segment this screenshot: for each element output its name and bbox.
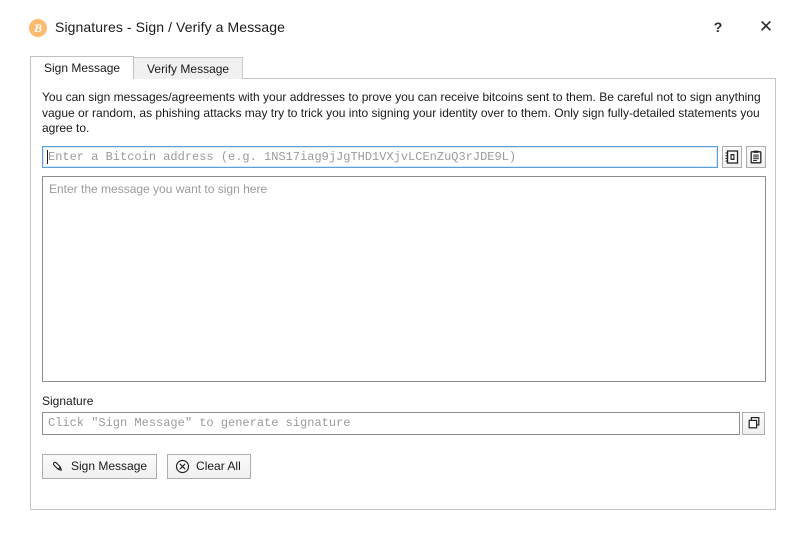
tab-bar: Sign Message Verify Message: [30, 56, 244, 79]
title-bar: B Signatures - Sign / Verify a Message ?…: [0, 0, 808, 50]
bitcoin-logo-glyph: B: [33, 21, 42, 35]
address-book-button[interactable]: [722, 145, 742, 168]
circle-x-icon: [175, 459, 190, 474]
clipboard-paste-icon: [749, 150, 763, 164]
signature-label: Signature: [42, 393, 94, 408]
signature-input[interactable]: Click "Sign Message" to generate signatu…: [42, 411, 740, 435]
paste-address-button[interactable]: [746, 145, 766, 168]
copy-icon: [747, 416, 761, 430]
address-row: Enter a Bitcoin address (e.g. 1NS17iag9j…: [42, 145, 766, 168]
sign-message-button-label: Sign Message: [71, 459, 148, 473]
action-buttons: Sign Message Clear All: [42, 453, 766, 479]
help-button[interactable]: ?: [702, 12, 734, 42]
tab-verify-message[interactable]: Verify Message: [133, 57, 244, 79]
copy-signature-button[interactable]: [742, 411, 765, 435]
signatures-dialog: B Signatures - Sign / Verify a Message ?…: [0, 0, 808, 537]
tab-sign-message-label: Sign Message: [44, 61, 121, 75]
clear-all-button[interactable]: Clear All: [167, 453, 251, 479]
sign-message-panel: You can sign messages/agreements with yo…: [30, 78, 776, 510]
sign-message-description: You can sign messages/agreements with yo…: [42, 90, 761, 135]
address-book-icon: [725, 149, 739, 164]
tab-sign-message[interactable]: Sign Message: [30, 56, 135, 79]
window-title: Signatures - Sign / Verify a Message: [55, 19, 286, 35]
sign-message-content: You can sign messages/agreements with yo…: [42, 90, 766, 479]
close-button[interactable]: ✕: [750, 12, 782, 42]
address-input[interactable]: Enter a Bitcoin address (e.g. 1NS17iag9j…: [42, 145, 718, 168]
pen-icon: [50, 459, 65, 474]
signature-row: Click "Sign Message" to generate signatu…: [42, 411, 766, 435]
sign-message-button[interactable]: Sign Message: [42, 453, 158, 479]
tab-verify-message-label: Verify Message: [147, 61, 230, 76]
bitcoin-logo-icon: B: [29, 19, 47, 37]
clear-all-button-label: Clear All: [196, 459, 241, 473]
message-textarea[interactable]: Enter the message you want to sign here: [42, 175, 766, 382]
